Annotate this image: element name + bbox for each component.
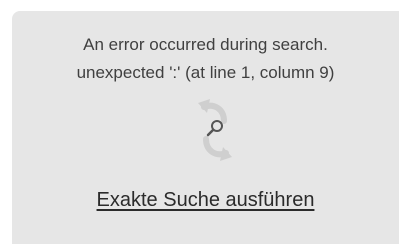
error-detail: unexpected ':' (at line 1, column 9) — [76, 63, 335, 82]
search-error-panel: An error occurred during search. unexpec… — [12, 11, 399, 244]
error-message: An error occurred during search. — [83, 35, 328, 54]
refresh-search-icon — [190, 95, 240, 165]
exact-search-link[interactable]: Exakte Suche ausführen — [12, 188, 399, 212]
